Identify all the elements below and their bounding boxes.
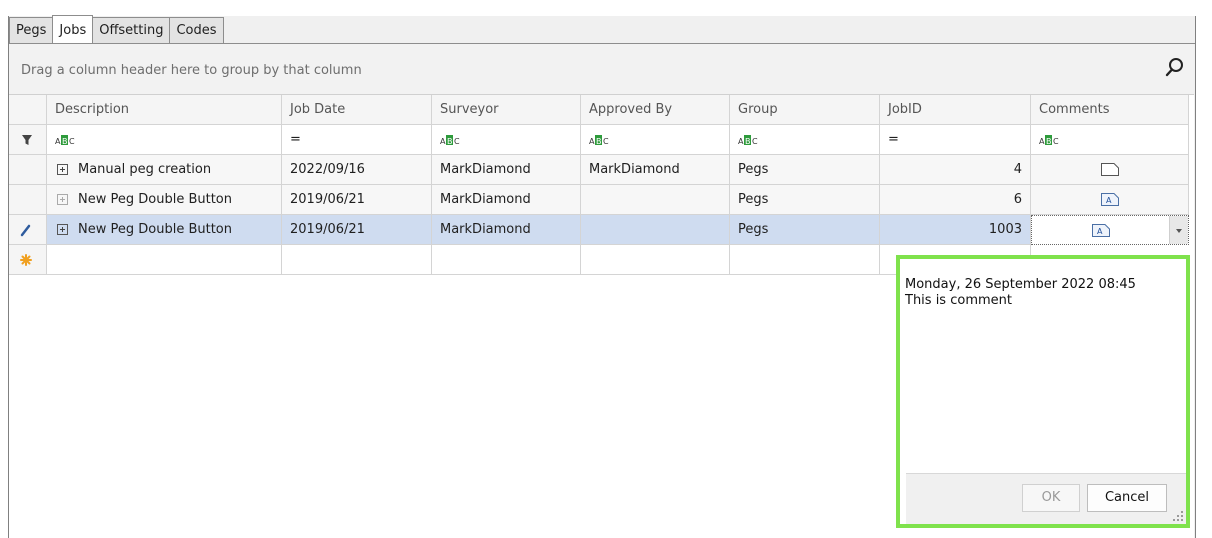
svg-text:B: B	[1046, 137, 1052, 146]
cell-jobid[interactable]: 1003	[880, 215, 1031, 245]
tab-strip: Pegs Jobs Offsetting Codes	[9, 15, 224, 43]
text-memo-icon: A	[1092, 224, 1110, 237]
filter-comments[interactable]: ABC	[1031, 125, 1189, 155]
filter-funnel-icon	[22, 135, 32, 145]
pencil-edit-icon	[20, 224, 31, 237]
svg-text:C: C	[1053, 137, 1059, 146]
cell-group[interactable]: Pegs	[730, 155, 880, 185]
text-filter-icon: ABC	[738, 134, 758, 146]
svg-text:C: C	[752, 137, 758, 146]
cell-comments-editor[interactable]: A	[1031, 215, 1189, 245]
cell-surveyor[interactable]: MarkDiamond	[432, 185, 581, 215]
row-indicator[interactable]	[9, 185, 47, 215]
row-indicator[interactable]	[9, 155, 47, 185]
tab-offsetting[interactable]: Offsetting	[92, 17, 171, 43]
filter-job-date[interactable]: =	[282, 125, 432, 155]
cancel-button[interactable]: Cancel	[1087, 484, 1167, 512]
cell-job-date[interactable]: 2022/09/16	[282, 155, 432, 185]
tab-jobs[interactable]: Jobs	[52, 15, 94, 43]
cell-description[interactable]: Manual peg creation	[47, 155, 282, 185]
chevron-down-icon	[1176, 229, 1182, 233]
text-memo-icon: A	[1100, 193, 1119, 206]
group-panel-hint: Drag a column header here to group by th…	[21, 63, 362, 78]
text-filter-icon: ABC	[1039, 134, 1059, 146]
svg-text:C: C	[69, 137, 75, 146]
filter-jobid[interactable]: =	[880, 125, 1031, 155]
memo-text[interactable]: Monday, 26 September 2022 08:45 This is …	[905, 277, 1136, 309]
cell-group[interactable]: Pegs	[730, 215, 880, 245]
column-header-description[interactable]: Description	[47, 95, 282, 125]
text-filter-icon: ABC	[440, 134, 460, 146]
svg-text:A: A	[738, 137, 744, 146]
memo-popup-editor[interactable]: Monday, 26 September 2022 08:45 This is …	[896, 255, 1190, 528]
cell-group[interactable]: Pegs	[730, 185, 880, 215]
column-header-group[interactable]: Group	[730, 95, 880, 125]
empty-memo-icon	[1100, 163, 1119, 176]
svg-text:C: C	[603, 137, 609, 146]
cell-surveyor[interactable]: MarkDiamond	[432, 155, 581, 185]
equals-operator: =	[888, 132, 899, 147]
search-icon[interactable]	[1164, 56, 1186, 78]
tab-codes[interactable]: Codes	[169, 17, 224, 43]
row-indicator[interactable]	[9, 215, 47, 245]
filter-group[interactable]: ABC	[730, 125, 880, 155]
filter-description[interactable]: ABC	[47, 125, 282, 155]
cell-job-date[interactable]: 2019/06/21	[282, 185, 432, 215]
cell-description[interactable]: New Peg Double Button	[47, 185, 282, 215]
new-cell-job-date[interactable]	[282, 245, 432, 275]
svg-text:B: B	[62, 137, 68, 146]
svg-text:B: B	[596, 137, 602, 146]
svg-text:B: B	[447, 137, 453, 146]
new-cell-group[interactable]	[730, 245, 880, 275]
filter-approved-by[interactable]: ABC	[581, 125, 730, 155]
expand-plus-icon[interactable]	[57, 164, 68, 175]
tab-pegs[interactable]: Pegs	[9, 17, 54, 43]
ok-button[interactable]: OK	[1022, 484, 1080, 512]
column-header-surveyor[interactable]: Surveyor	[432, 95, 581, 125]
new-cell-approved-by[interactable]	[581, 245, 730, 275]
equals-operator: =	[290, 132, 301, 147]
cell-approved-by[interactable]: MarkDiamond	[581, 155, 730, 185]
memo-dropdown-button[interactable]	[1169, 216, 1188, 244]
cell-jobid[interactable]: 6	[880, 185, 1031, 215]
cell-jobid[interactable]: 4	[880, 155, 1031, 185]
column-header-approved-by[interactable]: Approved By	[581, 95, 730, 125]
column-header-job-date[interactable]: Job Date	[282, 95, 432, 125]
text-filter-icon: ABC	[589, 134, 609, 146]
svg-text:A: A	[1097, 227, 1103, 236]
filter-surveyor[interactable]: ABC	[432, 125, 581, 155]
svg-text:A: A	[55, 137, 61, 146]
svg-text:A: A	[589, 137, 595, 146]
header-indicator	[9, 95, 47, 125]
cell-description[interactable]: New Peg Double Button	[47, 215, 282, 245]
filter-indicator	[9, 125, 47, 155]
svg-text:C: C	[454, 137, 460, 146]
column-header-jobid[interactable]: JobID	[880, 95, 1031, 125]
column-header-comments[interactable]: Comments	[1031, 95, 1189, 125]
cell-comments[interactable]	[1031, 155, 1189, 185]
expand-plus-icon[interactable]	[57, 224, 68, 235]
cell-approved-by[interactable]	[581, 215, 730, 245]
text-filter-icon: ABC	[55, 134, 75, 146]
group-panel[interactable]: Drag a column header here to group by th…	[9, 44, 1194, 95]
svg-text:A: A	[440, 137, 446, 146]
new-cell-description[interactable]	[47, 245, 282, 275]
cell-job-date[interactable]: 2019/06/21	[282, 215, 432, 245]
cell-surveyor[interactable]: MarkDiamond	[432, 215, 581, 245]
new-row-star-icon	[20, 254, 32, 266]
cell-comments[interactable]: A	[1031, 185, 1189, 215]
row-indicator[interactable]	[9, 245, 47, 275]
cell-approved-by[interactable]	[581, 185, 730, 215]
memo-popup-footer: OK Cancel	[906, 473, 1186, 524]
new-cell-surveyor[interactable]	[432, 245, 581, 275]
expand-plus-icon[interactable]	[57, 194, 68, 205]
svg-text:B: B	[745, 137, 751, 146]
svg-text:A: A	[1039, 137, 1045, 146]
resize-grip-icon[interactable]	[1172, 510, 1184, 522]
svg-text:A: A	[1106, 196, 1112, 205]
